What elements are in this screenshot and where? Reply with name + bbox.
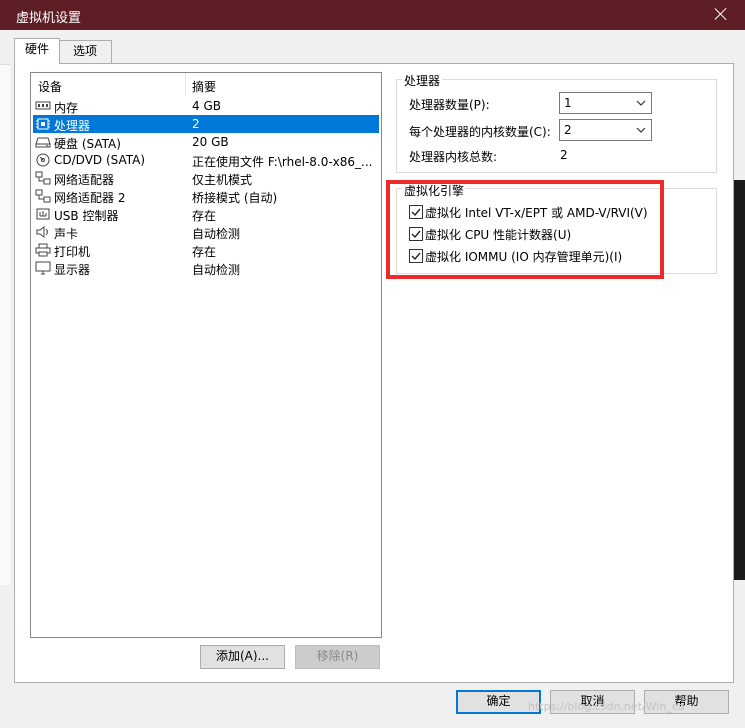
device-name: 内存 bbox=[54, 101, 79, 115]
device-name: 打印机 bbox=[54, 245, 91, 259]
device-summary: 存在 bbox=[192, 209, 217, 223]
processor-count-label: 处理器数量(P): bbox=[409, 98, 490, 112]
device-summary: 20 GB bbox=[192, 135, 229, 149]
device-row-network[interactable]: 网络适配器 仅主机模式 bbox=[33, 169, 379, 187]
display-icon bbox=[35, 261, 51, 275]
title-bar: 虚拟机设置 bbox=[0, 0, 745, 30]
device-list-header: 设备 摘要 bbox=[31, 73, 381, 95]
column-divider[interactable] bbox=[185, 73, 186, 95]
window-title: 虚拟机设置 bbox=[16, 11, 82, 26]
background-window-right bbox=[733, 180, 745, 580]
device-row-cdrom[interactable]: CD/DVD (SATA) 正在使用文件 F:\rhel-8.0-x86_... bbox=[33, 151, 379, 169]
device-name: 显示器 bbox=[54, 263, 91, 277]
remove-device-button[interactable]: 移除(R) bbox=[295, 645, 380, 669]
network-icon bbox=[35, 171, 51, 185]
column-header-summary[interactable]: 摘要 bbox=[192, 78, 216, 95]
device-summary: 自动检测 bbox=[192, 263, 241, 277]
cpu-icon bbox=[35, 117, 51, 131]
device-name: CD/DVD (SATA) bbox=[54, 153, 146, 167]
device-name: USB 控制器 bbox=[54, 209, 119, 223]
device-summary: 2 bbox=[192, 117, 200, 131]
device-summary: 存在 bbox=[192, 245, 217, 259]
chevron-down-icon bbox=[635, 124, 647, 134]
device-summary: 4 GB bbox=[192, 99, 221, 113]
watermark: https://blog.csdn.net/Win_ca bbox=[528, 700, 685, 713]
device-row-printer[interactable]: 打印机 存在 bbox=[33, 241, 379, 259]
cores-per-processor-label: 每个处理器的内核数量(C): bbox=[409, 125, 551, 139]
total-cores-value: 2 bbox=[560, 148, 568, 162]
processor-group-title: 处理器 bbox=[402, 72, 443, 89]
printer-icon bbox=[35, 243, 51, 257]
device-name: 声卡 bbox=[54, 227, 79, 241]
memory-icon bbox=[35, 99, 51, 113]
device-summary: 自动检测 bbox=[192, 227, 241, 241]
device-name: 网络适配器 bbox=[54, 173, 115, 187]
device-row-harddisk[interactable]: 硬盘 (SATA) 20 GB bbox=[33, 133, 379, 151]
device-name: 硬盘 (SATA) bbox=[54, 137, 121, 151]
device-row-processor[interactable]: 处理器 2 bbox=[33, 115, 379, 133]
add-device-button[interactable]: 添加(A)... bbox=[200, 645, 285, 669]
device-list[interactable]: 设备 摘要 内存 4 GB 处理器 2 硬盘 (SATA) 20 GB CD/D… bbox=[30, 72, 382, 638]
device-summary: 仅主机模式 bbox=[192, 173, 253, 187]
sound-icon bbox=[35, 225, 51, 239]
device-summary: 正在使用文件 F:\rhel-8.0-x86_... bbox=[192, 155, 373, 169]
processor-count-select[interactable]: 1 bbox=[559, 92, 652, 114]
cores-per-processor-value: 2 bbox=[564, 123, 572, 137]
tab-options[interactable]: 选项 bbox=[58, 40, 112, 63]
network-icon bbox=[35, 189, 51, 203]
total-cores-label: 处理器内核总数: bbox=[409, 150, 498, 164]
harddisk-icon bbox=[35, 135, 51, 149]
device-name: 网络适配器 2 bbox=[54, 191, 126, 205]
background-window-left bbox=[0, 64, 10, 585]
device-row-usb[interactable]: USB 控制器 存在 bbox=[33, 205, 379, 223]
device-summary: 桥接模式 (自动) bbox=[192, 191, 278, 205]
usb-icon bbox=[35, 207, 51, 221]
device-row-sound[interactable]: 声卡 自动检测 bbox=[33, 223, 379, 241]
column-header-device[interactable]: 设备 bbox=[38, 78, 62, 95]
red-highlight-box bbox=[386, 180, 664, 279]
device-row-network-2[interactable]: 网络适配器 2 桥接模式 (自动) bbox=[33, 187, 379, 205]
cdrom-icon bbox=[35, 153, 51, 167]
close-icon[interactable] bbox=[711, 4, 731, 24]
chevron-down-icon bbox=[635, 97, 647, 107]
processor-count-value: 1 bbox=[564, 96, 572, 110]
device-name: 处理器 bbox=[54, 119, 91, 133]
device-row-memory[interactable]: 内存 4 GB bbox=[33, 97, 379, 115]
cores-per-processor-select[interactable]: 2 bbox=[559, 119, 652, 141]
device-row-display[interactable]: 显示器 自动检测 bbox=[33, 259, 379, 277]
tab-hardware[interactable]: 硬件 bbox=[14, 38, 60, 64]
